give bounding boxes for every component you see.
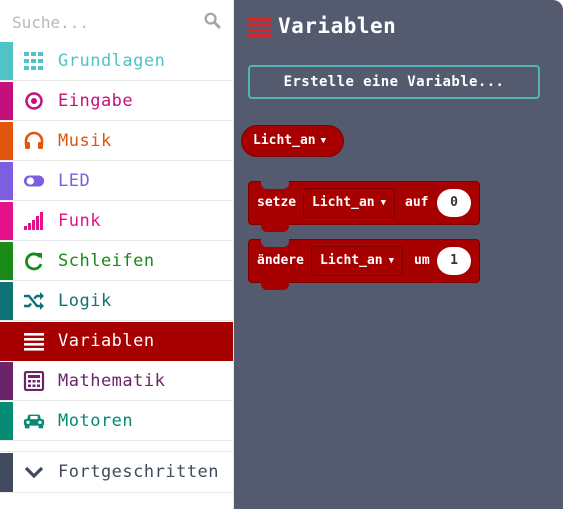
category-color-stripe: [0, 242, 13, 280]
category-separator: [0, 442, 233, 452]
signal-bars-icon: [24, 212, 43, 230]
make-variable-button[interactable]: Erstelle eine Variable...: [248, 65, 540, 99]
grid-icon: [24, 52, 43, 70]
number-input[interactable]: 1: [437, 247, 471, 275]
shuffle-icon: [24, 292, 44, 310]
block-notch: [261, 181, 289, 189]
variable-reporter-block[interactable]: Licht_an ▼: [241, 125, 344, 157]
category-color-stripe: [0, 282, 13, 320]
block-notch: [261, 239, 289, 247]
category-color-stripe: [0, 122, 13, 160]
category-color-stripe: [0, 362, 13, 400]
category-color-stripe: [0, 42, 13, 80]
blocks-flyout: Variablen Erstelle eine Variable... Lich…: [234, 0, 563, 509]
variable-name: Licht_an: [312, 195, 375, 210]
list-lines-icon: [24, 333, 44, 351]
category-eingabe[interactable]: Eingabe: [0, 82, 233, 121]
refresh-icon: [25, 252, 43, 271]
category-grundlagen[interactable]: Grundlagen: [0, 42, 233, 81]
toggle-icon: [23, 175, 45, 187]
category-mathematik[interactable]: Mathematik: [0, 362, 233, 401]
category-color-stripe: [0, 202, 13, 240]
car-icon: [23, 414, 45, 429]
search-icon[interactable]: [204, 12, 221, 29]
toolbox: Grundlagen Eingabe Musik LED: [0, 0, 234, 509]
category-color-stripe: [0, 453, 13, 492]
category-fortgeschritten[interactable]: Fortgeschritten: [0, 453, 233, 493]
dropdown-caret-icon: ▼: [380, 198, 387, 208]
block-connector: um: [414, 253, 430, 268]
category-label: Funk: [58, 211, 101, 231]
block-notch: [261, 224, 289, 232]
category-label: Eingabe: [58, 91, 134, 111]
variable-dropdown[interactable]: Licht_an ▼: [311, 246, 404, 276]
category-color-stripe: [0, 82, 13, 120]
set-variable-block[interactable]: setze Licht_an ▼ auf 0: [248, 181, 480, 232]
category-funk[interactable]: Funk: [0, 202, 233, 241]
calculator-icon: [23, 371, 45, 391]
variable-name: Licht_an: [253, 133, 316, 148]
chevron-down-icon: [24, 466, 44, 479]
category-led[interactable]: LED: [0, 162, 233, 201]
category-color-stripe: [0, 402, 13, 440]
category-label: Logik: [58, 291, 112, 311]
category-label: Grundlagen: [58, 51, 166, 71]
category-color-stripe: [0, 162, 13, 200]
category-label: Fortgeschritten: [58, 462, 220, 482]
category-label: Schleifen: [58, 251, 155, 271]
variable-name: Licht_an: [320, 253, 383, 268]
number-input[interactable]: 0: [437, 189, 471, 217]
variable-dropdown[interactable]: Licht_an ▼: [303, 188, 396, 218]
search-input[interactable]: [10, 8, 199, 36]
flyout-title: Variablen: [278, 14, 397, 38]
workspace-edge: [563, 0, 580, 509]
block-connector: auf: [405, 195, 429, 210]
category-label: Musik: [58, 131, 112, 151]
category-logik[interactable]: Logik: [0, 282, 233, 321]
list-lines-icon: [248, 18, 272, 37]
block-keyword: ändere: [257, 253, 304, 268]
category-label: LED: [58, 171, 91, 191]
category-schleifen[interactable]: Schleifen: [0, 242, 233, 281]
category-musik[interactable]: Musik: [0, 122, 233, 161]
category-label: Variablen: [58, 331, 155, 351]
target-icon: [25, 92, 43, 110]
dropdown-caret-icon: ▼: [388, 256, 395, 266]
headphones-icon: [24, 131, 44, 149]
category-motoren[interactable]: Motoren: [0, 402, 233, 441]
change-variable-block[interactable]: ändere Licht_an ▼ um 1: [248, 239, 480, 290]
category-color-stripe: [0, 322, 13, 360]
category-label: Motoren: [58, 411, 134, 431]
block-keyword: setze: [257, 195, 297, 210]
category-label: Mathematik: [58, 371, 166, 391]
block-notch: [261, 282, 289, 290]
category-variablen[interactable]: Variablen: [0, 322, 233, 361]
search-bar: [0, 0, 233, 42]
dropdown-caret-icon: ▼: [320, 136, 327, 146]
